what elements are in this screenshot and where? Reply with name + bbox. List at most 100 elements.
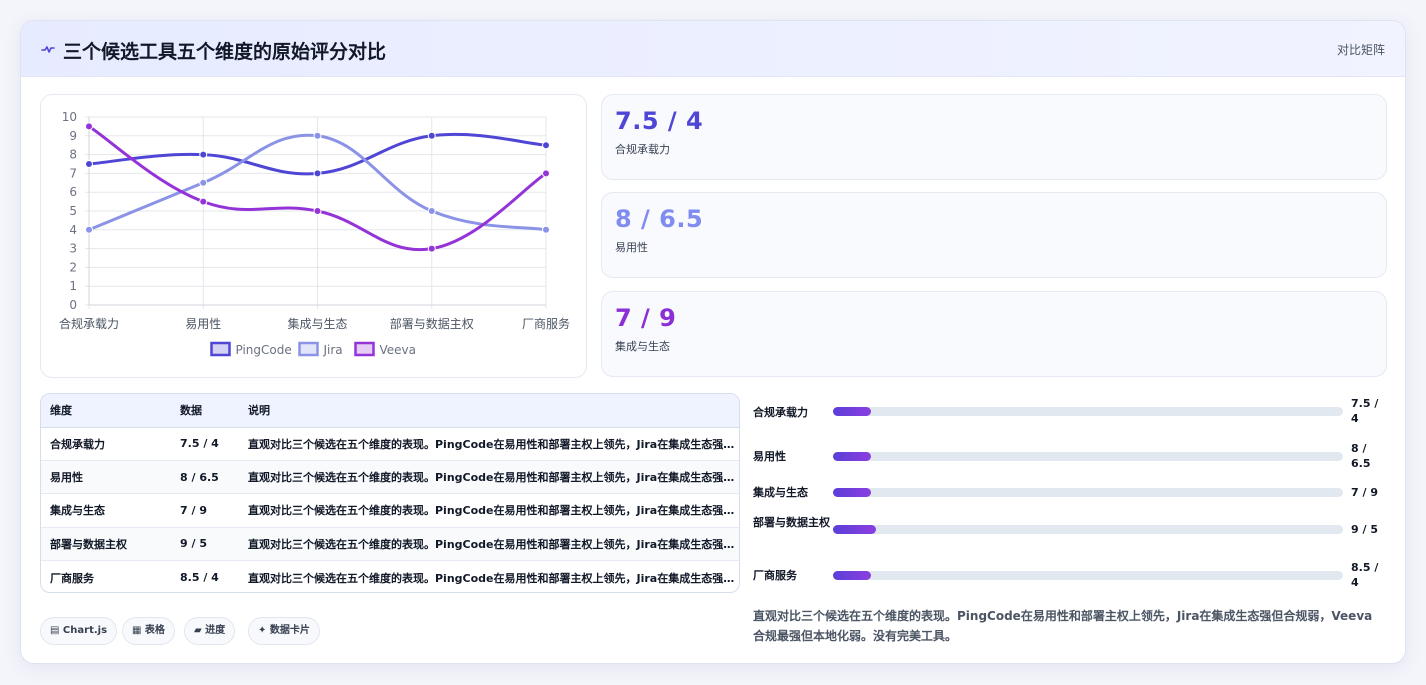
column-header: 维度 bbox=[41, 394, 171, 428]
progress-fill bbox=[833, 525, 877, 534]
progress-value: 8 / 6.5 bbox=[1351, 442, 1371, 470]
chip-chartjs[interactable]: ▤ Chart.js bbox=[40, 617, 118, 645]
stat-card-3: 7 / 9 集成与生态 bbox=[601, 291, 1387, 377]
cell-data: 8.5 / 4 bbox=[180, 571, 219, 584]
column-header: 数据 bbox=[171, 394, 239, 428]
cell-desc: 直观对比三个候选在五个维度的表现。PingCode在易用性和部署主权上领先，Ji… bbox=[248, 571, 739, 585]
summary-text: 直观对比三个候选在五个维度的表现。PingCode在易用性和部署主权上领先，Ji… bbox=[753, 609, 1373, 643]
x-tick-label: 部署与数据主权 bbox=[390, 316, 474, 331]
y-tick-label: 9 bbox=[69, 129, 77, 143]
data-point bbox=[313, 207, 322, 215]
legend-swatch bbox=[298, 341, 319, 357]
y-tick-label: 1 bbox=[69, 279, 77, 293]
stat-value: 7 / 9 bbox=[615, 304, 677, 332]
cell-desc: 直观对比三个候选在五个维度的表现。PingCode在易用性和部署主权上领先，Ji… bbox=[248, 471, 739, 485]
progress-value: 9 / 5 bbox=[1351, 523, 1378, 536]
stat-label: 合规承载力 bbox=[615, 143, 670, 156]
progress-value: 7.5 / 4 bbox=[1351, 397, 1379, 425]
progress-value: 8.5 / 4 bbox=[1351, 561, 1379, 589]
x-axis-ticks: 合规承载力 易用性 集成与生态 部署与数据主权 厂商服务 bbox=[59, 316, 570, 331]
y-tick-label: 8 bbox=[69, 148, 77, 162]
stat-label: 易用性 bbox=[615, 241, 648, 254]
progress-track bbox=[833, 452, 1343, 461]
y-tick-label: 10 bbox=[62, 110, 77, 124]
table-row: 合规承载力 7.5 / 4 直观对比三个候选在五个维度的表现。PingCode在… bbox=[41, 427, 739, 461]
header-tag: 对比矩阵 bbox=[1336, 43, 1385, 57]
cell-data: 7.5 / 4 bbox=[180, 437, 219, 451]
y-tick-label: 3 bbox=[69, 242, 77, 256]
progress-label: 合规承载力 bbox=[753, 406, 808, 419]
table-row: 部署与数据主权 9 / 5 直观对比三个候选在五个维度的表现。PingCode在… bbox=[41, 527, 739, 561]
progress-fill bbox=[833, 452, 872, 461]
cell-dimension: 部署与数据主权 bbox=[50, 537, 127, 551]
y-tick-label: 2 bbox=[69, 260, 77, 274]
progress-track bbox=[833, 407, 1343, 416]
data-point bbox=[85, 160, 93, 168]
y-tick-label: 4 bbox=[69, 223, 77, 237]
progress-fill bbox=[833, 488, 872, 497]
cell-dimension: 易用性 bbox=[50, 471, 83, 485]
cell-desc: 直观对比三个候选在五个维度的表现。PingCode在易用性和部署主权上领先，Ji… bbox=[248, 437, 739, 451]
data-table: 维度 数据 说明 合规承载力 7.5 / 4 直观对比三个候选在五个维度的表现。… bbox=[40, 393, 740, 593]
data-point bbox=[427, 207, 436, 215]
x-tick-label: 集成与生态 bbox=[287, 316, 347, 331]
line-chart: 0 1 2 3 4 5 6 7 8 9 10 合规承载力 易用性 集成与生态 部署与数据主权 厂商服务 Pi… bbox=[59, 110, 570, 357]
cell-dimension: 合规承载力 bbox=[50, 437, 105, 451]
legend-swatch bbox=[354, 341, 375, 357]
x-tick-label: 易用性 bbox=[185, 317, 221, 331]
data-point bbox=[542, 225, 550, 234]
data-point bbox=[199, 178, 208, 187]
legend-label: Jira bbox=[323, 343, 343, 357]
legend-label: PingCode bbox=[236, 343, 292, 357]
data-point bbox=[542, 141, 550, 150]
stat-card-2: 8 / 6.5 易用性 bbox=[601, 192, 1387, 278]
data-point bbox=[85, 122, 93, 131]
cell-data: 9 / 5 bbox=[180, 537, 207, 551]
legend-swatch bbox=[210, 341, 231, 357]
data-point bbox=[427, 131, 436, 140]
stat-value: 8 / 6.5 bbox=[615, 205, 704, 233]
progress-list: 合规承载力 7.5 / 4 易用性 8 / 6.5 集成与生态 7 / 9 部署… bbox=[753, 393, 1383, 603]
panel-header: 三个候选工具五个维度的原始评分对比 对比矩阵 bbox=[21, 21, 1405, 77]
data-point bbox=[542, 169, 550, 178]
y-tick-label: 5 bbox=[69, 204, 77, 218]
chip-progress[interactable]: ▰ 进度 bbox=[184, 617, 236, 645]
data-point bbox=[313, 169, 322, 178]
cell-desc: 直观对比三个候选在五个维度的表现。PingCode在易用性和部署主权上领先，Ji… bbox=[248, 504, 739, 518]
progress-label: 易用性 bbox=[753, 450, 786, 463]
column-header: 说明 bbox=[239, 394, 739, 428]
cell-desc: 直观对比三个候选在五个维度的表现。PingCode在易用性和部署主权上领先，Ji… bbox=[248, 537, 739, 551]
cell-dimension: 厂商服务 bbox=[50, 571, 94, 585]
x-tick-label: 合规承载力 bbox=[59, 316, 119, 331]
progress-label: 厂商服务 bbox=[753, 569, 797, 582]
pulse-icon bbox=[41, 46, 55, 53]
progress-label: 集成与生态 bbox=[753, 486, 808, 499]
data-point bbox=[85, 225, 93, 234]
cell-data: 7 / 9 bbox=[180, 503, 207, 517]
progress-track bbox=[833, 488, 1343, 497]
data-point bbox=[427, 244, 436, 253]
progress-track bbox=[833, 571, 1343, 580]
y-tick-label: 7 bbox=[69, 166, 77, 180]
x-tick-label: 厂商服务 bbox=[522, 316, 570, 331]
cell-dimension: 集成与生态 bbox=[50, 504, 105, 518]
table-row: 易用性 8 / 6.5 直观对比三个候选在五个维度的表现。PingCode在易用… bbox=[41, 460, 739, 494]
y-tick-label: 0 bbox=[69, 298, 77, 312]
cell-data: 8 / 6.5 bbox=[180, 470, 219, 484]
legend-label: Veeva bbox=[380, 343, 417, 357]
line-chart-card: 0 1 2 3 4 5 6 7 8 9 10 合规承载力 易用性 集成与生态 部署与数据主权 厂商服务 Pi… bbox=[40, 94, 587, 378]
progress-track bbox=[833, 525, 1343, 534]
chip-data-card[interactable]: ✦ 数据卡片 bbox=[248, 617, 320, 645]
data-point bbox=[199, 150, 208, 159]
page-title: 三个候选工具五个维度的原始评分对比 bbox=[63, 41, 387, 63]
table-row: 厂商服务 8.5 / 4 直观对比三个候选在五个维度的表现。PingCode在易… bbox=[41, 561, 739, 592]
comparison-panel: 三个候选工具五个维度的原始评分对比 对比矩阵 0 1 2 3 4 5 6 7 8 9 10 合规承载… bbox=[20, 20, 1406, 664]
chip-table[interactable]: ▦ 表格 bbox=[122, 617, 175, 645]
table-row: 集成与生态 7 / 9 直观对比三个候选在五个维度的表现。PingCode在易用… bbox=[41, 494, 739, 528]
progress-value: 7 / 9 bbox=[1351, 486, 1378, 499]
y-axis-ticks: 0 1 2 3 4 5 6 7 8 9 10 bbox=[62, 110, 77, 312]
stat-card-1: 7.5 / 4 合规承载力 bbox=[601, 94, 1387, 180]
progress-fill bbox=[833, 407, 872, 416]
data-point bbox=[199, 197, 208, 206]
data-point bbox=[313, 131, 322, 140]
